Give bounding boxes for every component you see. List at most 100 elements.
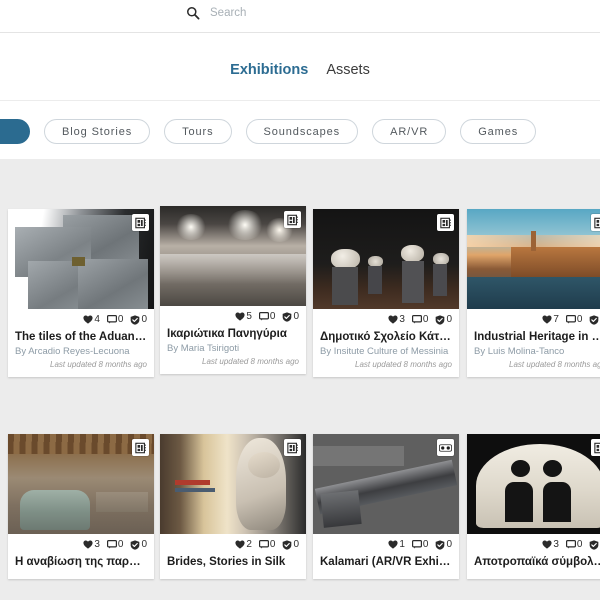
exhibition-card[interactable]: 3 0 0 Αποτροπαϊκά σύμβολ… bbox=[467, 434, 600, 579]
filter-chip-arvr[interactable]: AR/VR bbox=[372, 119, 447, 144]
card-title[interactable]: Brides, Stories in Silk bbox=[167, 555, 299, 569]
search-icon bbox=[186, 6, 200, 20]
like-count: 2 bbox=[235, 539, 252, 550]
filter-chip-active[interactable] bbox=[0, 119, 30, 144]
like-count: 1 bbox=[388, 539, 405, 550]
exhibition-icon-svg bbox=[593, 217, 600, 228]
card-body: 3 0 0 Αποτροπαϊκά σύμβολ… bbox=[467, 534, 600, 579]
exhibition-icon-svg bbox=[593, 442, 600, 453]
card-thumbnail[interactable] bbox=[160, 434, 306, 534]
like-count: 3 bbox=[388, 314, 405, 325]
card-author: By Luis Molina-Tanco bbox=[474, 346, 565, 357]
filter-chip-tours[interactable]: Tours bbox=[164, 119, 232, 144]
exhibition-card[interactable]: 4 0 0 The tiles of the Aduan… By Arcadio… bbox=[8, 209, 154, 377]
card-thumbnail[interactable] bbox=[8, 434, 154, 534]
card-title[interactable]: Αποτροπαϊκά σύμβολ… bbox=[474, 555, 600, 569]
card-stats: 5 0 0 bbox=[167, 310, 299, 323]
card-body: 1 0 0 Kalamari (AR/VR Exhib… bbox=[313, 534, 459, 579]
card-author: By Maria Tsirigoti bbox=[167, 343, 240, 354]
vr-goggles-icon-svg bbox=[439, 443, 452, 452]
comment-count: 0 bbox=[106, 314, 123, 325]
card-updated: Last updated 8 months ago bbox=[202, 357, 299, 366]
card-stats: 1 0 0 bbox=[320, 538, 452, 551]
badge-count: 0 bbox=[589, 314, 600, 325]
exhibition-card[interactable]: 3 0 0 Δημοτικό Σχολείο Κάτ… By Insitute … bbox=[313, 209, 459, 377]
comment-count: 0 bbox=[411, 539, 428, 550]
card-thumbnail[interactable] bbox=[8, 209, 154, 309]
like-count: 3 bbox=[542, 539, 559, 550]
card-updated: Last updated 8 months ago bbox=[355, 360, 452, 369]
exhibition-card[interactable]: 1 0 0 Kalamari (AR/VR Exhib… bbox=[313, 434, 459, 579]
card-title[interactable]: Η αναβίωση της παρα… bbox=[15, 555, 147, 569]
card-updated: Last updated 8 months ago bbox=[50, 360, 147, 369]
tab-exhibitions[interactable]: Exhibitions bbox=[229, 61, 309, 83]
comment-count: 0 bbox=[106, 539, 123, 550]
card-body: 3 0 0 Η αναβίωση της παρα… bbox=[8, 534, 154, 579]
card-body: 3 0 0 Δημοτικό Σχολείο Κάτ… By Insitute … bbox=[313, 309, 459, 377]
exhibition-icon-svg bbox=[286, 214, 298, 225]
comment-count: 0 bbox=[258, 311, 275, 322]
exhibition-icon bbox=[437, 214, 454, 231]
card-author: By Insitute Culture of Messinia bbox=[320, 346, 449, 357]
like-count: 4 bbox=[83, 314, 100, 325]
card-body: 7 0 0 Industrial Heritage in B… By Luis … bbox=[467, 309, 600, 377]
card-title[interactable]: The tiles of the Aduan… bbox=[15, 330, 147, 344]
exhibition-icon bbox=[284, 211, 301, 228]
card-thumbnail[interactable] bbox=[467, 434, 600, 534]
card-title[interactable]: Ικαριώτικα Πανηγύρια bbox=[167, 327, 299, 341]
tab-bar: Exhibitions Assets bbox=[0, 33, 600, 132]
exhibition-icon bbox=[591, 214, 600, 231]
exhibition-icon bbox=[132, 439, 149, 456]
filter-chip-list: Blog Stories Tours Soundscapes AR/VR Gam… bbox=[0, 119, 537, 144]
exhibition-card[interactable]: 3 0 0 Η αναβίωση της παρα… bbox=[8, 434, 154, 579]
app-header bbox=[0, 0, 600, 33]
like-count: 5 bbox=[235, 311, 252, 322]
card-stats: 4 0 0 bbox=[15, 313, 147, 326]
like-count: 7 bbox=[542, 314, 559, 325]
card-stats: 3 0 0 bbox=[474, 538, 600, 551]
badge-count: 0 bbox=[435, 314, 452, 325]
filter-chip-blog-stories[interactable]: Blog Stories bbox=[44, 119, 151, 144]
card-thumbnail[interactable] bbox=[467, 209, 600, 309]
exhibition-icon bbox=[591, 439, 600, 456]
exhibition-icon bbox=[132, 214, 149, 231]
card-author: By Arcadio Reyes-Lecuona bbox=[15, 346, 130, 357]
tab-assets[interactable]: Assets bbox=[325, 61, 371, 83]
exhibition-icon-svg bbox=[286, 442, 298, 453]
comment-count: 0 bbox=[565, 539, 582, 550]
search-input[interactable] bbox=[210, 7, 360, 19]
card-title[interactable]: Kalamari (AR/VR Exhib… bbox=[320, 555, 452, 569]
card-body: 4 0 0 The tiles of the Aduan… By Arcadio… bbox=[8, 309, 154, 377]
card-body: 5 0 0 Ικαριώτικα Πανηγύρια By Maria Tsir… bbox=[160, 306, 306, 374]
card-thumbnail[interactable] bbox=[313, 434, 459, 534]
badge-count: 0 bbox=[282, 539, 299, 550]
card-thumbnail[interactable] bbox=[313, 209, 459, 309]
exhibition-card[interactable]: 7 0 0 Industrial Heritage in B… By Luis … bbox=[467, 209, 600, 377]
filter-chip-games[interactable]: Games bbox=[460, 119, 537, 144]
card-body: 2 0 0 Brides, Stories in Silk bbox=[160, 534, 306, 579]
card-title[interactable]: Industrial Heritage in B… bbox=[474, 330, 600, 344]
card-stats: 3 0 0 bbox=[320, 313, 452, 326]
card-thumbnail[interactable] bbox=[160, 206, 306, 306]
filter-chip-soundscapes[interactable]: Soundscapes bbox=[245, 119, 359, 144]
exhibition-card[interactable]: 5 0 0 Ικαριώτικα Πανηγύρια By Maria Tsir… bbox=[160, 206, 306, 374]
badge-count: 0 bbox=[130, 539, 147, 550]
card-title[interactable]: Δημοτικό Σχολείο Κάτ… bbox=[320, 330, 452, 344]
comment-count: 0 bbox=[565, 314, 582, 325]
card-stats: 3 0 0 bbox=[15, 538, 147, 551]
exhibition-icon-svg bbox=[439, 217, 451, 228]
filter-chip-row: Blog Stories Tours Soundscapes AR/VR Gam… bbox=[0, 101, 600, 159]
comment-count: 0 bbox=[258, 539, 275, 550]
card-stats: 2 0 0 bbox=[167, 538, 299, 551]
search-bar[interactable] bbox=[186, 6, 360, 20]
card-grid: 4 0 0 The tiles of the Aduan… By Arcadio… bbox=[0, 159, 600, 600]
vr-goggles-icon bbox=[437, 439, 454, 456]
card-stats: 7 0 0 bbox=[474, 313, 600, 326]
badge-count: 0 bbox=[435, 539, 452, 550]
exhibition-icon-svg bbox=[134, 217, 146, 228]
exhibition-card[interactable]: 2 0 0 Brides, Stories in Silk bbox=[160, 434, 306, 579]
badge-count: 0 bbox=[589, 539, 600, 550]
like-count: 3 bbox=[83, 539, 100, 550]
exhibition-icon-svg bbox=[134, 442, 146, 453]
badge-count: 0 bbox=[130, 314, 147, 325]
